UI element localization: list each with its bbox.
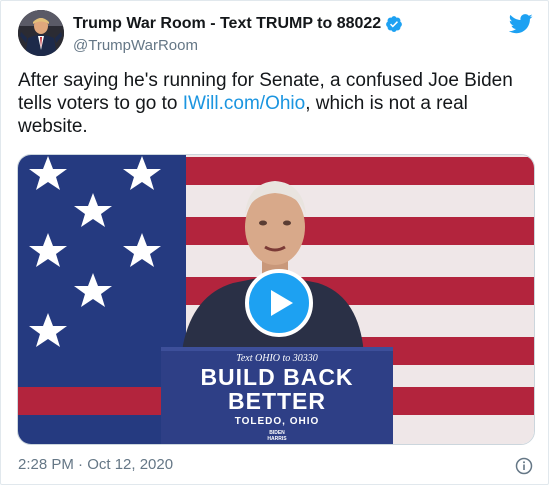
author-name-row[interactable]: Trump War Room - Text TRUMP to 88022 bbox=[73, 15, 403, 33]
avatar[interactable] bbox=[18, 10, 64, 56]
verified-badge-icon bbox=[385, 15, 403, 33]
author-handle[interactable]: @TrumpWarRoom bbox=[73, 37, 198, 54]
podium-sign-text: Text OHIO to 30330 bbox=[236, 353, 318, 364]
podium-location: TOLEDO, OHIO bbox=[235, 416, 320, 427]
author-display-name[interactable]: Trump War Room - Text TRUMP to 88022 bbox=[73, 15, 381, 33]
info-icon[interactable] bbox=[515, 457, 533, 475]
podium-slogan-line2: BETTER bbox=[228, 388, 326, 414]
tweet-card: Trump War Room - Text TRUMP to 88022 @Tr… bbox=[0, 0, 549, 485]
video-player[interactable]: Text OHIO to 30330 BUILD BACK BETTER TOL… bbox=[17, 154, 535, 445]
tweet-timestamp[interactable]: 2:28 PM · Oct 12, 2020 bbox=[18, 456, 173, 473]
podium-slogan-line1: BUILD BACK bbox=[200, 364, 353, 390]
podium-logo-line2: HARRIS bbox=[267, 436, 287, 442]
tweet-header: Trump War Room - Text TRUMP to 88022 @Tr… bbox=[18, 10, 533, 58]
tweet-footer: 2:28 PM · Oct 12, 2020 bbox=[18, 456, 533, 476]
twitter-bird-icon[interactable] bbox=[508, 13, 533, 35]
tweet-text: After saying he's running for Senate, a … bbox=[18, 69, 533, 138]
play-button[interactable] bbox=[245, 269, 313, 337]
play-icon bbox=[270, 290, 293, 316]
tweet-link[interactable]: IWill.com/Ohio bbox=[183, 93, 305, 114]
